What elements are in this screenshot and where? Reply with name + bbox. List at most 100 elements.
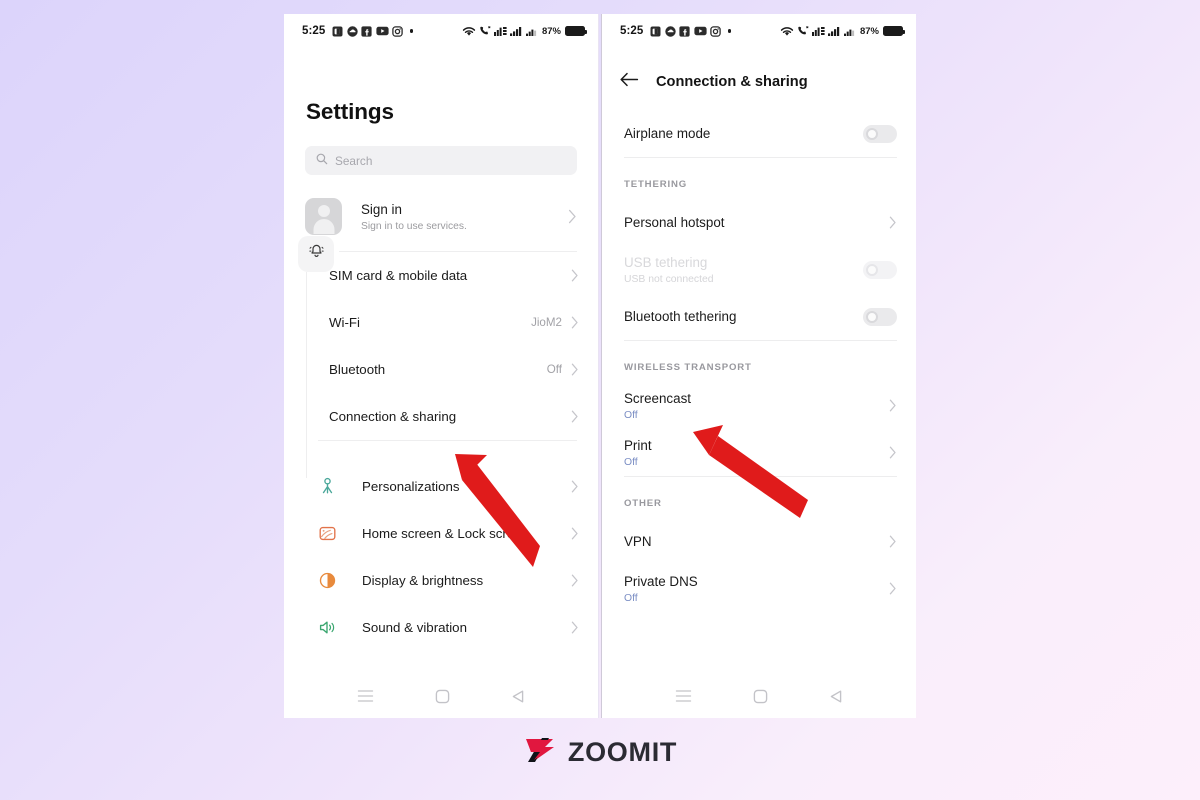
section-header-tethering: TETHERING — [624, 179, 688, 190]
settings-row-sim-card[interactable]: SIM card & mobile data — [329, 252, 579, 299]
notification-bell-button[interactable] — [298, 236, 334, 272]
facebook-icon — [361, 25, 373, 37]
row-print[interactable]: Print Off — [624, 429, 897, 476]
signal-bars-2-icon — [525, 26, 537, 37]
status-bar-system-icons: 87% — [780, 25, 905, 37]
row-label: Airplane mode — [624, 126, 711, 141]
settings-row-label: Home screen & Lock screen — [362, 526, 530, 541]
search-placeholder: Search — [335, 153, 373, 168]
row-usb-tethering: USB tethering USB not connected — [624, 246, 897, 293]
chevron-right-icon — [889, 216, 897, 229]
row-label: Private DNS — [624, 573, 698, 589]
battery-percent-label: 87% — [859, 25, 879, 37]
chevron-right-icon — [571, 410, 579, 423]
settings-row-label: Display & brightness — [362, 573, 484, 588]
chevron-right-icon — [571, 480, 579, 493]
home-icon[interactable] — [753, 689, 768, 704]
settings-row-connection-sharing[interactable]: Connection & sharing — [329, 393, 579, 440]
chevron-right-icon — [571, 316, 579, 329]
notes-icon — [650, 26, 661, 37]
settings-row-bluetooth[interactable]: Bluetooth Off — [329, 346, 579, 393]
battery-percent-label: 87% — [541, 25, 561, 37]
settings-row-label: Wi-Fi — [329, 315, 361, 330]
app-bar-title: Connection & sharing — [656, 74, 808, 90]
wifi-icon — [462, 26, 476, 37]
chevron-right-icon — [889, 446, 897, 459]
row-private-dns[interactable]: Private DNS Off — [624, 565, 897, 612]
chevron-right-icon — [571, 527, 579, 540]
usb-tethering-toggle — [863, 260, 897, 279]
settings-row-personalizations[interactable]: Personalizations — [318, 463, 579, 510]
facebook-icon — [679, 25, 691, 37]
settings-row-label: Connection & sharing — [329, 409, 457, 424]
home-icon[interactable] — [435, 689, 450, 704]
settings-row-sound-vibration[interactable]: Sound & vibration — [318, 604, 579, 651]
battery-icon — [565, 26, 587, 36]
settings-row-display-brightness[interactable]: Display & brightness — [318, 557, 579, 604]
row-airplane-mode[interactable]: Airplane mode — [624, 110, 897, 157]
nav-bar-left — [284, 674, 598, 718]
sign-in-text: Sign in Sign in to use services. — [361, 202, 568, 232]
row-label: Screencast — [624, 390, 691, 406]
row-personal-hotspot[interactable]: Personal hotspot — [624, 199, 897, 246]
settings-group-system: Personalizations Home screen & Lock scre… — [284, 463, 598, 651]
search-input[interactable]: Search — [305, 146, 577, 175]
settings-row-value: Off — [546, 363, 562, 376]
section-header-wireless-transport: WIRELESS TRANSPORT — [624, 362, 752, 373]
chevron-right-icon — [571, 574, 579, 587]
call-icon — [479, 25, 491, 37]
settings-row-home-lock-screen[interactable]: Home screen & Lock screen — [318, 510, 579, 557]
brand-name: ZOOMIT — [567, 737, 678, 767]
recents-icon[interactable] — [357, 689, 374, 703]
row-text: VPN — [624, 534, 889, 549]
status-bar-notification-icons — [650, 25, 732, 37]
status-bar-notification-icons — [332, 25, 414, 37]
chevron-right-icon — [889, 399, 897, 412]
chevron-right-icon — [568, 209, 577, 224]
row-text: Personal hotspot — [624, 215, 889, 230]
row-sublabel: Off — [624, 456, 638, 468]
section-header-other: OTHER — [624, 498, 662, 509]
status-bar-time: 5:25 — [620, 25, 644, 37]
phone-screenshots-pair: 5:25 87% Settings Search Sign in Sign in… — [284, 14, 916, 718]
settings-row-wifi[interactable]: Wi-Fi JioM2 — [329, 299, 579, 346]
signal-bars-1-icon — [509, 26, 523, 37]
group-left-rule — [306, 272, 308, 478]
personalizations-icon — [318, 477, 344, 496]
status-bar-left: 5:25 87% — [284, 14, 598, 48]
instagram-icon — [710, 25, 722, 37]
instagram-icon — [392, 25, 404, 37]
row-bluetooth-tethering[interactable]: Bluetooth tethering — [624, 293, 897, 340]
row-label: Bluetooth tethering — [624, 309, 737, 324]
row-vpn[interactable]: VPN — [624, 518, 897, 565]
back-icon[interactable] — [829, 689, 844, 704]
more-dot-icon — [409, 29, 414, 33]
back-icon[interactable] — [511, 689, 526, 704]
row-text: USB tethering USB not connected — [624, 255, 863, 285]
wifi-icon — [780, 26, 794, 37]
status-bar-time: 5:25 — [302, 25, 326, 37]
bluetooth-tethering-toggle[interactable] — [863, 307, 897, 326]
recents-icon[interactable] — [675, 689, 692, 703]
sign-in-row[interactable]: Sign in Sign in to use services. — [305, 198, 577, 251]
sign-in-subtitle: Sign in to use services. — [361, 220, 467, 232]
more-dot-icon — [727, 29, 732, 33]
arrow-left-icon[interactable] — [620, 72, 639, 92]
settings-group-network: SIM card & mobile data Wi-Fi JioM2 Bluet… — [284, 252, 598, 440]
row-label: USB tethering — [624, 254, 708, 270]
row-sublabel: Off — [624, 592, 638, 604]
display-brightness-icon — [318, 571, 344, 590]
search-icon — [316, 152, 328, 170]
status-bar-system-icons: 87% — [462, 25, 587, 37]
home-lock-screen-icon — [318, 524, 344, 543]
nav-bar-right — [602, 674, 916, 718]
row-text: Airplane mode — [624, 126, 863, 141]
sound-vibration-icon — [318, 618, 344, 637]
airplane-mode-toggle[interactable] — [863, 124, 897, 143]
app-bar: Connection & sharing — [602, 48, 916, 92]
phone-screen-settings: 5:25 87% Settings Search Sign in Sign in… — [284, 14, 599, 718]
youtube-icon — [694, 26, 707, 36]
row-screencast[interactable]: Screencast Off — [624, 382, 897, 429]
youtube-icon — [376, 26, 389, 36]
settings-row-label: Sound & vibration — [362, 620, 467, 635]
